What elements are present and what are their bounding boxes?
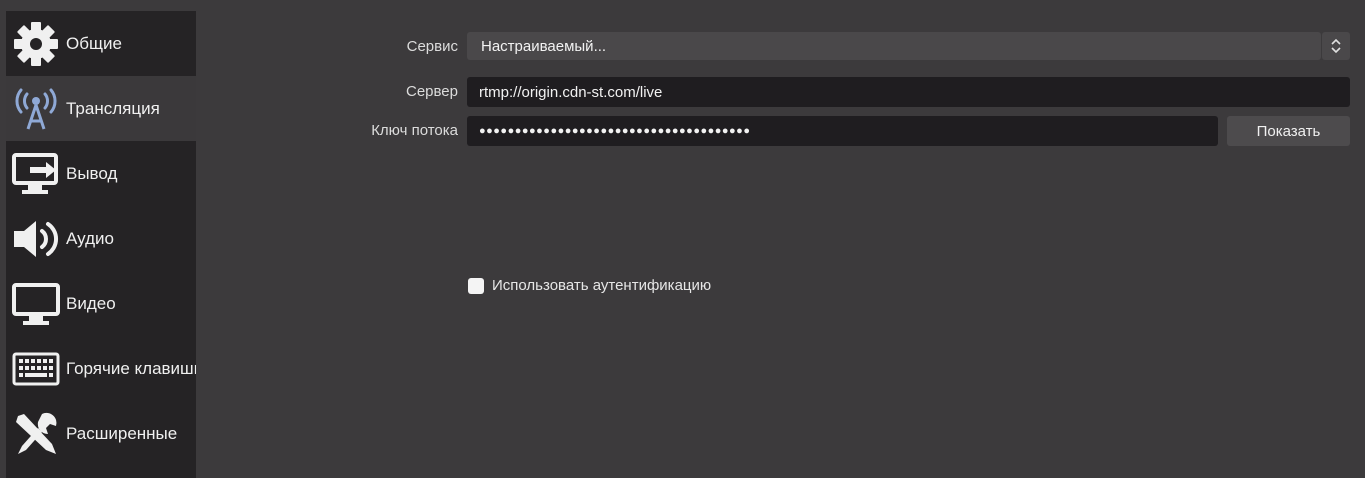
- stream-key-label: Ключ потока: [371, 122, 458, 139]
- settings-window: Общие Трансляция Вывод Аудио Видео Горяч…: [0, 0, 1365, 478]
- sidebar-item-audio[interactable]: Аудио: [6, 206, 196, 271]
- use-authentication-checkbox-row[interactable]: Использовать аутентификацию: [468, 277, 711, 294]
- stream-key-input[interactable]: ●●●●●●●●●●●●●●●●●●●●●●●●●●●●●●●●●●●●●●: [467, 116, 1218, 146]
- service-label: Сервис: [406, 38, 458, 55]
- sidebar-item-label: Горячие клавиши: [66, 358, 196, 378]
- sidebar-item-label: Вывод: [66, 163, 118, 183]
- service-select[interactable]: Настраиваемый...: [467, 32, 1321, 60]
- broadcast-tower-icon: [10, 83, 62, 135]
- service-select-stepper[interactable]: [1322, 32, 1350, 60]
- sidebar-item-output[interactable]: Вывод: [6, 141, 196, 206]
- output-monitor-icon: [10, 148, 62, 200]
- service-select-value: Настраиваемый...: [481, 37, 607, 55]
- use-authentication-label: Использовать аутентификацию: [492, 277, 712, 294]
- stream-key-input-value: ●●●●●●●●●●●●●●●●●●●●●●●●●●●●●●●●●●●●●●: [479, 125, 751, 137]
- sidebar-item-video[interactable]: Видео: [6, 271, 196, 336]
- wrench-screwdriver-icon: [10, 408, 62, 460]
- keyboard-icon: [10, 343, 62, 395]
- settings-sidebar: Общие Трансляция Вывод Аудио Видео Горяч…: [6, 11, 196, 478]
- monitor-icon: [10, 278, 62, 330]
- sidebar-item-general[interactable]: Общие: [6, 11, 196, 76]
- speaker-icon: [10, 213, 62, 265]
- show-key-button[interactable]: Показать: [1227, 116, 1350, 146]
- sidebar-item-label: Расширенные: [66, 423, 178, 443]
- sidebar-item-stream[interactable]: Трансляция: [6, 76, 196, 141]
- sidebar-item-label: Общие: [66, 33, 122, 53]
- server-label: Сервер: [405, 83, 458, 100]
- gear-icon: [10, 18, 62, 70]
- sidebar-item-advanced[interactable]: Расширенные: [6, 401, 196, 466]
- sidebar-item-label: Трансляция: [66, 98, 160, 118]
- sidebar-item-hotkeys[interactable]: Горячие клавиши: [6, 336, 196, 401]
- up-down-chevron-icon: [1331, 38, 1341, 54]
- server-input[interactable]: rtmp://origin.cdn-st.com/live: [467, 77, 1350, 107]
- sidebar-item-label: Видео: [66, 293, 116, 313]
- use-authentication-checkbox[interactable]: [468, 277, 484, 294]
- sidebar-item-label: Аудио: [66, 228, 114, 248]
- server-input-value: rtmp://origin.cdn-st.com/live: [479, 83, 663, 101]
